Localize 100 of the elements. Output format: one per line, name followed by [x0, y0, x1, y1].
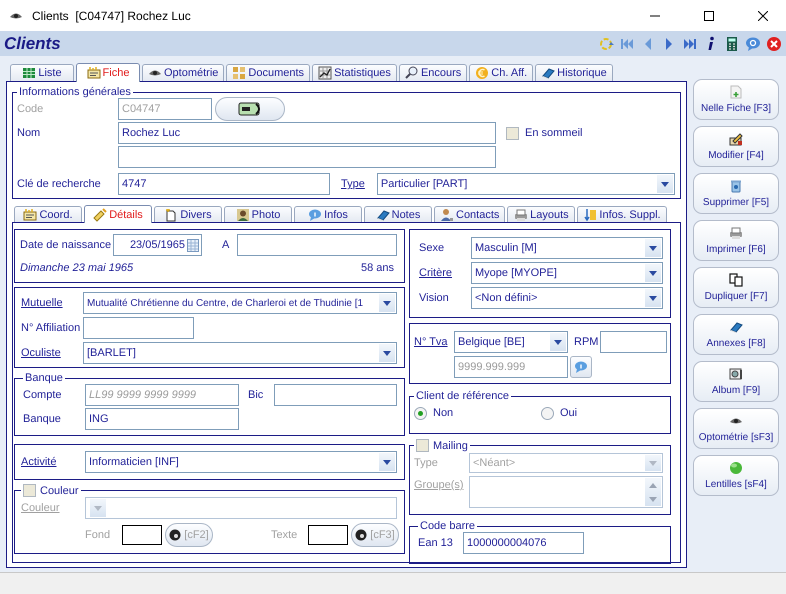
field-label: Code — [17, 103, 44, 115]
calculator-icon[interactable] — [724, 36, 740, 52]
tab[interactable]: Historique — [535, 64, 613, 81]
tab[interactable]: Layouts — [507, 206, 576, 222]
section-title: Couleur — [40, 484, 79, 496]
bic-field[interactable] — [274, 384, 397, 406]
book-icon — [729, 320, 743, 334]
account-field[interactable]: LL99 9999 9999 9999 — [85, 384, 239, 406]
action-button[interactable]: Optométrie [sF3] — [693, 408, 779, 449]
field-label: Compte — [23, 389, 63, 401]
section-title: Informations générales — [19, 86, 131, 98]
field-label: Vision — [418, 292, 450, 304]
action-button[interactable]: Modifier [F4] — [693, 126, 779, 167]
field-label[interactable]: Activité — [21, 456, 85, 468]
field-label: Date de naissance — [20, 239, 112, 251]
chart-icon — [318, 66, 332, 80]
vat-number-field[interactable]: 9999.999.999 — [454, 356, 568, 378]
dropdown[interactable]: Particulier [PART] — [376, 173, 675, 195]
radio-button[interactable] — [414, 406, 427, 420]
help-icon[interactable] — [745, 36, 761, 52]
radio-button[interactable] — [541, 406, 554, 420]
section-title: Code barre — [420, 520, 476, 532]
place-field[interactable] — [237, 234, 398, 256]
name-field[interactable]: Rochez Luc — [118, 122, 496, 144]
action-button[interactable]: Imprimer [F6] — [693, 220, 779, 261]
action-button[interactable]: Album [F9] — [693, 361, 779, 402]
scroll-up-icon — [649, 482, 657, 488]
tab[interactable]: Fiche — [76, 63, 140, 82]
field-label[interactable]: N° Tva — [414, 336, 454, 348]
dropdown[interactable]: Informaticien [INF] — [85, 451, 397, 473]
action-button[interactable]: Annexes [F8] — [693, 314, 779, 355]
refresh-icon[interactable] — [598, 36, 614, 52]
tab[interactable]: Divers — [154, 206, 222, 222]
edit-icon — [729, 132, 743, 146]
card-icon — [86, 66, 101, 80]
field-label: Texte — [271, 529, 298, 541]
age-text: 58 ans — [360, 262, 394, 274]
window-title: Clients [C04747] Rochez Luc — [32, 8, 192, 22]
field-label: Ean 13 — [418, 537, 454, 549]
tab[interactable]: Statistiques — [312, 64, 397, 81]
dropdown[interactable]: Belgique [BE] — [454, 331, 568, 353]
affiliation-field[interactable] — [83, 317, 194, 339]
field-label: Fond — [85, 529, 112, 541]
bank-field[interactable]: ING — [85, 408, 239, 430]
search-key-field[interactable]: 4747 — [118, 173, 330, 195]
tab[interactable]: Infos. Suppl. — [577, 206, 667, 222]
dropdown[interactable]: <Non défini> — [471, 287, 663, 309]
color-swatch[interactable] — [122, 525, 162, 545]
field-label: Type — [414, 457, 439, 469]
tab[interactable]: Infos — [294, 206, 362, 222]
tab[interactable]: Ch. Aff. — [469, 64, 534, 81]
date-value: 23/05/1965 — [130, 239, 185, 251]
dropdown[interactable]: Masculin [M] — [471, 237, 663, 259]
field-label: Nom — [17, 127, 42, 139]
dropdown-arrow-icon — [554, 340, 562, 344]
action-button[interactable]: Lentilles [sF4] — [693, 455, 779, 496]
tab[interactable]: Liste — [10, 64, 74, 81]
weekday-text: Dimanche 23 mai 1965 — [20, 262, 134, 274]
field-label[interactable]: Oculiste — [21, 347, 83, 359]
info-button[interactable] — [570, 356, 592, 378]
field-label[interactable]: Critère — [416, 267, 471, 279]
barcode-field[interactable]: 1000000004076 — [463, 532, 584, 554]
book-icon — [541, 66, 556, 80]
checkbox[interactable] — [506, 126, 519, 140]
tab[interactable]: Photo — [224, 206, 292, 222]
tab[interactable]: Contacts — [434, 206, 506, 222]
dropdown[interactable]: Myope [MYOPE] — [471, 262, 663, 284]
person-icon — [440, 208, 454, 222]
tab[interactable]: Détails — [84, 205, 152, 223]
id-card-button[interactable] — [215, 97, 285, 121]
rpm-field[interactable] — [600, 331, 667, 353]
printer-icon — [729, 226, 743, 240]
field-label: Oui — [560, 407, 578, 419]
groups-list[interactable] — [469, 476, 663, 508]
dropdown[interactable] — [85, 497, 397, 519]
name-field[interactable] — [118, 146, 496, 168]
tab[interactable]: Optométrie — [142, 64, 224, 81]
close-icon[interactable] — [766, 36, 782, 52]
tab[interactable]: Notes — [364, 206, 432, 222]
checkbox[interactable] — [416, 439, 429, 452]
action-button[interactable]: Dupliquer [F7] — [693, 267, 779, 308]
dropdown-arrow-icon — [383, 300, 391, 306]
field-label: Clé de recherche — [17, 178, 102, 190]
dropdown[interactable]: [BARLET] — [83, 342, 397, 364]
photo-icon — [729, 367, 743, 381]
tab[interactable]: Coord. — [14, 206, 82, 222]
pencil-icon — [93, 208, 108, 222]
field-label: Bic — [248, 389, 264, 401]
tab[interactable]: Encours — [398, 64, 468, 81]
action-button[interactable]: Nelle Fiche [F3] — [693, 79, 779, 120]
checkbox[interactable] — [23, 484, 36, 497]
date-field[interactable]: 23/05/1965 — [113, 234, 202, 256]
field-label[interactable]: Mutuelle — [21, 297, 83, 309]
field-label[interactable]: Type — [341, 178, 365, 190]
tab[interactable]: Documents — [226, 64, 310, 81]
dropdown[interactable]: Mutualité Chrétienne du Centre, de Charleroi et de Thudinie [1 — [83, 292, 397, 314]
section-title: Mailing — [433, 440, 468, 452]
field-label: Non — [433, 407, 454, 419]
color-swatch[interactable] — [308, 525, 348, 545]
action-button[interactable]: Supprimer [F5] — [693, 173, 779, 214]
